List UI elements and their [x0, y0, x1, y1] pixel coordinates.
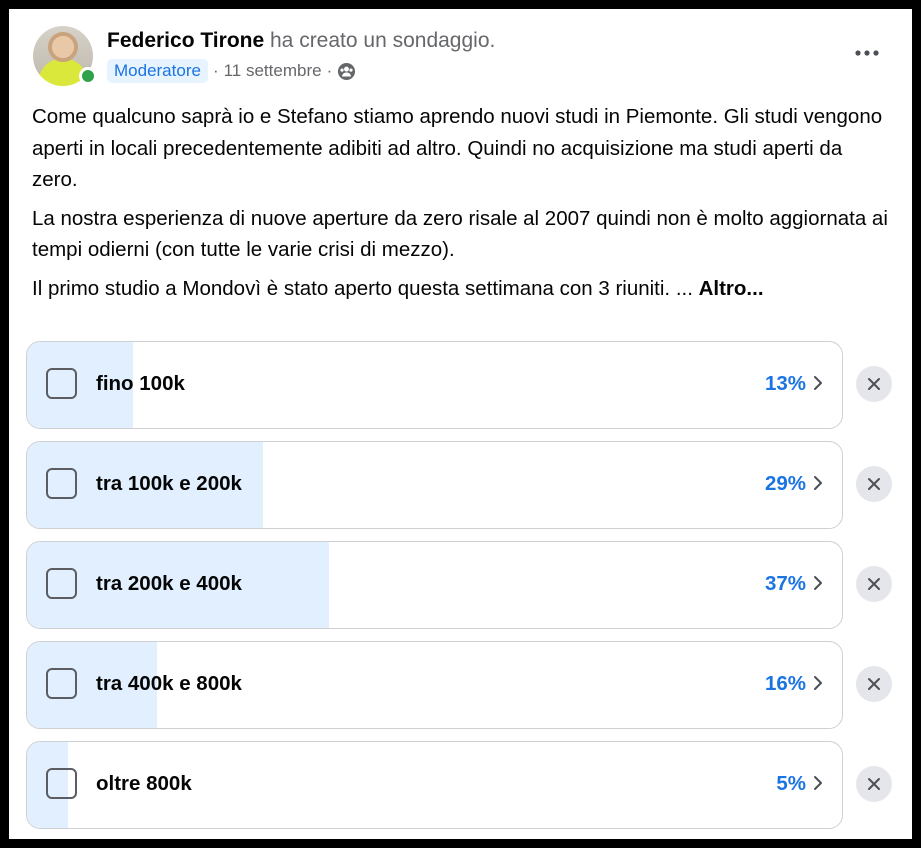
more-options-button[interactable]	[850, 39, 884, 67]
poll-percent[interactable]: 37%	[765, 572, 806, 596]
more-icon	[855, 50, 879, 56]
poll-option[interactable]: fino 100k 13%	[26, 341, 843, 429]
post-header: Federico Tirone ha creato un sondaggio. …	[9, 9, 912, 99]
remove-option-button[interactable]	[856, 666, 892, 702]
post-paragraph-text: Il primo studio a Mondovì è stato aperto…	[32, 276, 693, 300]
post-card: Federico Tirone ha creato un sondaggio. …	[9, 9, 912, 839]
poll-option[interactable]: tra 100k e 200k 29%	[26, 441, 843, 529]
remove-option-button[interactable]	[856, 466, 892, 502]
poll-checkbox[interactable]	[46, 568, 77, 599]
close-icon	[868, 478, 880, 490]
post-paragraph: La nostra esperienza di nuove aperture d…	[32, 206, 888, 262]
remove-option-button[interactable]	[856, 566, 892, 602]
poll-option-row: tra 100k e 200k 29%	[26, 441, 906, 529]
chevron-right-icon	[814, 476, 822, 490]
see-more-link[interactable]: Altro...	[699, 277, 764, 300]
online-status-icon	[79, 67, 97, 85]
poll-option-label: tra 200k e 400k	[96, 572, 242, 595]
poll-checkbox[interactable]	[46, 468, 77, 499]
post-action-text: ha creato un sondaggio.	[270, 29, 496, 52]
post-paragraph-last: Il primo studio a Mondovì è stato aperto…	[32, 273, 892, 305]
poll-percent[interactable]: 16%	[765, 672, 806, 696]
poll-percent[interactable]: 29%	[765, 472, 806, 496]
chevron-right-icon	[814, 776, 822, 790]
remove-option-button[interactable]	[856, 766, 892, 802]
post-date[interactable]: 11 settembre	[224, 61, 322, 81]
poll-option-row: oltre 800k 5%	[26, 741, 906, 829]
post-body: Come qualcuno saprà io e Stefano stiamo …	[32, 101, 892, 311]
remove-option-button[interactable]	[856, 366, 892, 402]
poll-checkbox[interactable]	[46, 768, 77, 799]
poll-option-label: oltre 800k	[96, 772, 192, 795]
poll-option[interactable]: oltre 800k 5%	[26, 741, 843, 829]
avatar[interactable]	[33, 26, 97, 86]
poll-option-label: fino 100k	[96, 372, 185, 395]
author-name[interactable]: Federico Tirone	[107, 29, 264, 52]
poll-option-row: fino 100k 13%	[26, 341, 906, 429]
close-icon	[868, 678, 880, 690]
group-icon	[338, 62, 356, 80]
poll-checkbox[interactable]	[46, 368, 77, 399]
author-line: Federico Tirone ha creato un sondaggio.	[107, 29, 495, 53]
close-icon	[868, 378, 880, 390]
poll-option-row: tra 400k e 800k 16%	[26, 641, 906, 729]
chevron-right-icon	[814, 676, 822, 690]
poll-option[interactable]: tra 200k e 400k 37%	[26, 541, 843, 629]
close-icon	[868, 578, 880, 590]
poll-option-row: tra 200k e 400k 37%	[26, 541, 906, 629]
post-paragraph: Come qualcuno saprà io e Stefano stiamo …	[32, 105, 883, 191]
post-meta: Moderatore · 11 settembre ·	[107, 59, 356, 83]
chevron-right-icon	[814, 576, 822, 590]
meta-separator: ·	[212, 61, 219, 80]
close-icon	[868, 778, 880, 790]
role-badge[interactable]: Moderatore	[107, 59, 208, 83]
meta-separator-2: ·	[326, 61, 333, 80]
chevron-right-icon	[814, 376, 822, 390]
poll-percent[interactable]: 13%	[765, 372, 806, 396]
poll-option[interactable]: tra 400k e 800k 16%	[26, 641, 843, 729]
poll-option-label: tra 100k e 200k	[96, 472, 242, 495]
poll-percent[interactable]: 5%	[776, 772, 806, 796]
poll-option-label: tra 400k e 800k	[96, 672, 242, 695]
poll-checkbox[interactable]	[46, 668, 77, 699]
